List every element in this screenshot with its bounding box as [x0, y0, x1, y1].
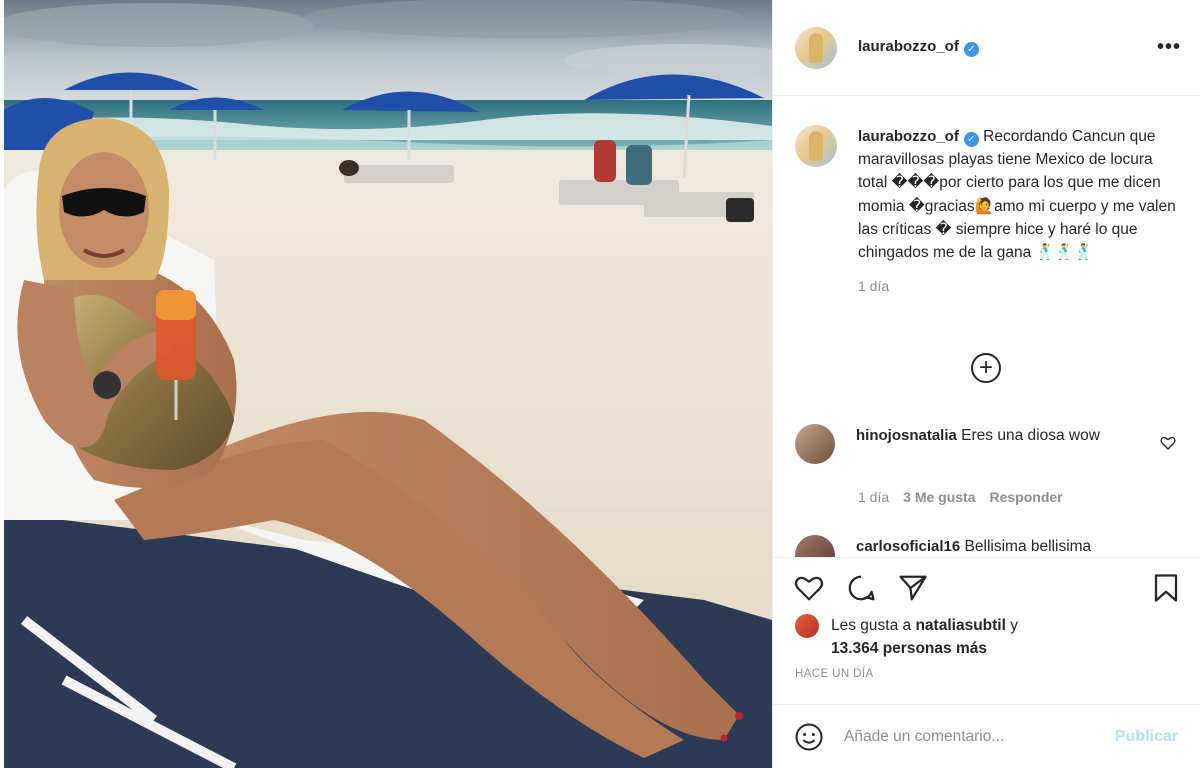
action-icons-row — [773, 558, 1200, 618]
caption-body: laurabozzo_of ✓ Recordando Cancun que mar… — [858, 125, 1178, 264]
add-comment-bar: Publicar — [773, 704, 1200, 768]
caption-avatar[interactable] — [795, 125, 837, 167]
caption: laurabozzo_of ✓ Recordando Cancun que mar… — [773, 97, 1200, 264]
smiley-icon[interactable] — [793, 721, 825, 753]
caption-username[interactable]: laurabozzo_of ✓ — [858, 128, 979, 147]
comment-text: carlosoficial16 Bellisima bellisima — [856, 535, 1146, 557]
heart-icon[interactable] — [793, 572, 825, 604]
comment-heart-icon[interactable] — [1160, 435, 1176, 451]
liker-avatar[interactable] — [795, 614, 819, 638]
caption-text: Recordando Cancun que maravillosas playa… — [858, 128, 1176, 262]
beach-photo-illustration — [4, 0, 772, 768]
paper-plane-icon[interactable] — [897, 572, 929, 604]
bookmark-icon[interactable] — [1150, 572, 1182, 604]
likes-text[interactable]: Les gusta a nataliasubtil y 13.364 perso… — [831, 614, 1018, 660]
comment-input[interactable] — [844, 727, 1115, 746]
author-avatar[interactable] — [795, 26, 837, 69]
likes-middle: y — [1010, 617, 1018, 634]
commenter-username[interactable]: hinojosnatalia — [856, 427, 957, 444]
likes-count[interactable]: 13.364 personas más — [831, 640, 987, 657]
posted-time[interactable]: HACE UN DÍA — [773, 668, 1200, 680]
comment-body: Bellisima bellisima — [964, 538, 1092, 555]
comment-body: Eres una diosa wow — [961, 427, 1100, 444]
comment-likes[interactable]: 3 Me gusta — [903, 489, 975, 505]
comment-item: hinojosnatalia Eres una diosa wow — [795, 424, 1185, 464]
caption-username-text[interactable]: laurabozzo_of — [858, 128, 959, 145]
commenter-avatar[interactable] — [795, 535, 835, 557]
author-username-text[interactable]: laurabozzo_of — [858, 38, 959, 55]
verified-badge-icon: ✓ — [963, 42, 979, 57]
likes-prefix: Les gusta a — [831, 617, 912, 634]
more-options-icon[interactable]: ••• — [1157, 36, 1181, 59]
post-details-panel: laurabozzo_of ✓ ••• laurabozzo_of ✓ Record… — [772, 0, 1200, 768]
comment-time[interactable]: 1 día — [858, 489, 889, 505]
liker-username[interactable]: nataliasubtil — [915, 617, 1005, 634]
caption-time[interactable]: 1 día — [858, 278, 1200, 294]
comments-section[interactable]: laurabozzo_of ✓ Recordando Cancun que mar… — [773, 97, 1200, 557]
commenter-username[interactable]: carlosoficial16 — [856, 538, 960, 555]
post-actions: Les gusta a nataliasubtil y 13.364 perso… — [773, 557, 1200, 680]
comment-icon[interactable] — [845, 572, 877, 604]
post-photo[interactable] — [4, 0, 772, 768]
likes-summary: Les gusta a nataliasubtil y 13.364 perso… — [773, 614, 1200, 660]
commenter-avatar[interactable] — [795, 424, 835, 464]
comment-text: hinojosnatalia Eres una diosa wow — [856, 424, 1146, 464]
reply-button[interactable]: Responder — [990, 489, 1063, 505]
comment-item: carlosoficial16 Bellisima bellisima — [795, 535, 1185, 557]
plus-circle-icon[interactable]: + — [971, 353, 1001, 383]
comment-meta: 1 día 3 Me gusta Responder — [858, 489, 1063, 505]
post-header: laurabozzo_of ✓ ••• — [773, 0, 1200, 96]
author-username[interactable]: laurabozzo_of ✓ — [858, 38, 979, 57]
verified-badge-icon: ✓ — [963, 132, 979, 147]
publish-button[interactable]: Publicar — [1115, 728, 1178, 746]
